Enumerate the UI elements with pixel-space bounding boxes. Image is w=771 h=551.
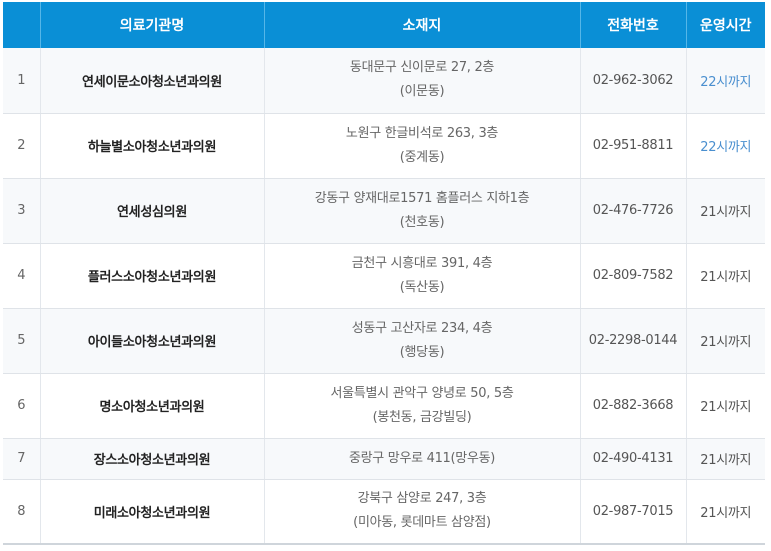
clinic-name: 연세이문소아청소년과의원 xyxy=(40,48,265,114)
clinic-phone: 02-490-4131 xyxy=(580,438,687,480)
clinic-hours: 21시까지 xyxy=(686,438,765,480)
header-no xyxy=(3,2,41,48)
table-row: 4 플러스소아청소년과의원 금천구 시흥대로 391, 4층 (독산동) 02-… xyxy=(3,243,765,309)
clinic-address: 금천구 시흥대로 391, 4층 (독산동) xyxy=(264,243,581,309)
table-row: 1 연세이문소아청소년과의원 동대문구 신이문로 27, 2층 (이문동) 02… xyxy=(3,48,765,114)
table-row: 3 연세성심의원 강동구 양재대로1571 홈플러스 지하1층 (천호동) 02… xyxy=(3,178,765,244)
clinic-name: 아이들소아청소년과의원 xyxy=(40,308,265,374)
address-line-1: 노원구 한글비석로 263, 3층 xyxy=(345,125,499,141)
table-body: 1 연세이문소아청소년과의원 동대문구 신이문로 27, 2층 (이문동) 02… xyxy=(3,48,765,545)
clinic-phone: 02-476-7726 xyxy=(580,178,687,244)
header-hours: 운영시간 xyxy=(685,2,765,48)
clinic-name: 미래소아청소년과의원 xyxy=(40,479,265,545)
row-number: 5 xyxy=(3,308,41,374)
clinic-address: 동대문구 신이문로 27, 2층 (이문동) xyxy=(264,48,581,114)
address-line-1: 성동구 고산자로 234, 4층 xyxy=(351,320,493,336)
clinic-address: 강북구 삼양로 247, 3층 (미아동, 롯데마트 삼양점) xyxy=(264,479,581,545)
clinic-phone: 02-962-3062 xyxy=(580,48,687,114)
header-phone: 전화번호 xyxy=(579,2,687,48)
clinic-hours: 21시까지 xyxy=(686,178,765,244)
clinic-phone: 02-809-7582 xyxy=(580,243,687,309)
header-address: 소재지 xyxy=(263,2,581,48)
address-line-2: (천호동) xyxy=(399,214,445,230)
table-row: 2 하늘별소아청소년과의원 노원구 한글비석로 263, 3층 (중계동) 02… xyxy=(3,113,765,179)
clinic-address: 중랑구 망우로 411(망우동) xyxy=(264,438,581,480)
clinic-hours: 21시까지 xyxy=(686,479,765,545)
table-header: 의료기관명 소재지 전화번호 운영시간 xyxy=(3,2,765,48)
address-line-1: 강북구 삼양로 247, 3층 xyxy=(357,491,487,507)
header-row: 의료기관명 소재지 전화번호 운영시간 xyxy=(3,2,765,48)
address-line-2: (행당동) xyxy=(399,344,445,360)
clinic-hours: 21시까지 xyxy=(686,243,765,309)
clinic-hours: 21시까지 xyxy=(686,308,765,374)
row-number: 3 xyxy=(3,178,41,244)
address-line-1: 금천구 시흥대로 391, 4층 xyxy=(351,255,493,271)
row-number: 4 xyxy=(3,243,41,309)
clinic-address: 강동구 양재대로1571 홈플러스 지하1층 (천호동) xyxy=(264,178,581,244)
clinic-phone: 02-987-7015 xyxy=(580,479,687,545)
clinic-address: 노원구 한글비석로 263, 3층 (중계동) xyxy=(264,113,581,179)
row-number: 6 xyxy=(3,373,41,439)
table-row: 5 아이들소아청소년과의원 성동구 고산자로 234, 4층 (행당동) 02-… xyxy=(3,308,765,374)
address-line-2: (이문동) xyxy=(399,84,445,100)
clinic-address: 성동구 고산자로 234, 4층 (행당동) xyxy=(264,308,581,374)
address-line-1: 서울특별시 관악구 양녕로 50, 5층 xyxy=(330,385,514,401)
clinic-name: 명소아청소년과의원 xyxy=(40,373,265,439)
clinic-name: 플러스소아청소년과의원 xyxy=(40,243,265,309)
address-line-2: (중계동) xyxy=(399,149,445,165)
clinic-table-container: 의료기관명 소재지 전화번호 운영시간 1 연세이문소아청소년과의원 동대문구 … xyxy=(3,2,765,545)
address-line-2: (봉천동, 금강빌딩) xyxy=(372,409,472,425)
clinic-phone: 02-882-3668 xyxy=(580,373,687,439)
address-line-2: (미아동, 롯데마트 삼양점) xyxy=(353,515,491,531)
clinic-hours: 22시까지 xyxy=(686,113,765,179)
clinic-name: 연세성심의원 xyxy=(40,178,265,244)
row-number: 8 xyxy=(3,479,41,545)
table-row: 7 장스소아청소년과의원 중랑구 망우로 411(망우동) 02-490-413… xyxy=(3,438,765,480)
clinic-name: 장스소아청소년과의원 xyxy=(40,438,265,480)
clinic-table: 의료기관명 소재지 전화번호 운영시간 1 연세이문소아청소년과의원 동대문구 … xyxy=(3,2,765,545)
clinic-hours: 21시까지 xyxy=(686,373,765,439)
clinic-hours: 22시까지 xyxy=(686,48,765,114)
row-number: 1 xyxy=(3,48,41,114)
address-line-2: (독산동) xyxy=(399,279,445,295)
table-row: 8 미래소아청소년과의원 강북구 삼양로 247, 3층 (미아동, 롯데마트 … xyxy=(3,479,765,545)
clinic-phone: 02-2298-0144 xyxy=(580,308,687,374)
address-line-1: 동대문구 신이문로 27, 2층 xyxy=(349,60,495,76)
header-name: 의료기관명 xyxy=(39,2,265,48)
clinic-address: 서울특별시 관악구 양녕로 50, 5층 (봉천동, 금강빌딩) xyxy=(264,373,581,439)
row-number: 2 xyxy=(3,113,41,179)
clinic-name: 하늘별소아청소년과의원 xyxy=(40,113,265,179)
address-line-1: 강동구 양재대로1571 홈플러스 지하1층 xyxy=(314,190,530,206)
address-line-1: 중랑구 망우로 411(망우동) xyxy=(348,450,496,466)
row-number: 7 xyxy=(3,438,41,480)
clinic-phone: 02-951-8811 xyxy=(580,113,687,179)
table-row: 6 명소아청소년과의원 서울특별시 관악구 양녕로 50, 5층 (봉천동, 금… xyxy=(3,373,765,439)
